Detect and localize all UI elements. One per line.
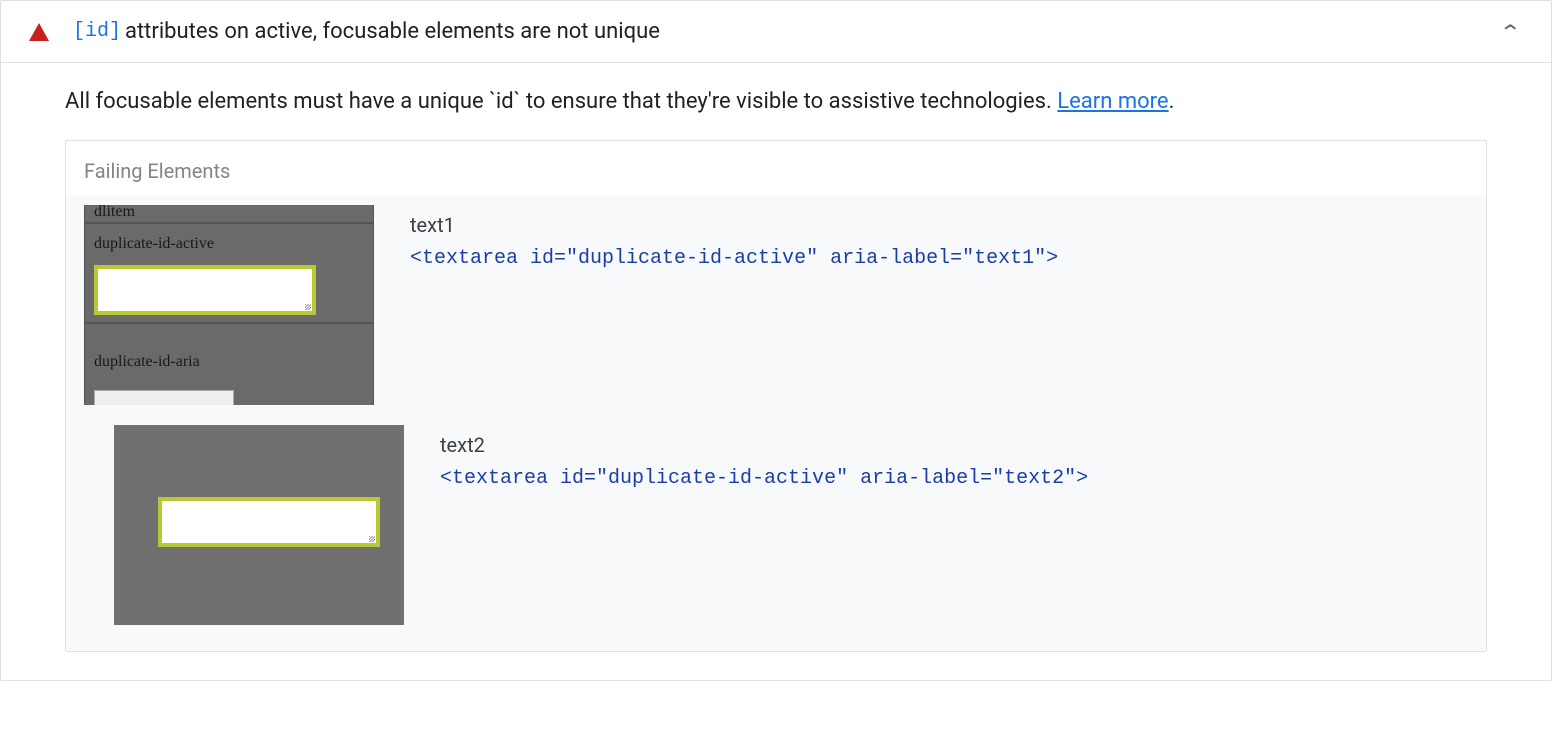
highlighted-element-icon [158,497,380,547]
failing-element-code: <textarea id="duplicate-id-active" aria-… [410,247,1468,270]
audit-title-text: attributes on active, focusable elements… [125,19,660,44]
audit-description: All focusable elements must have a uniqu… [65,85,1487,118]
description-period: . [1169,89,1175,114]
failing-element-details: text2 <textarea id="duplicate-id-active"… [440,425,1468,490]
failing-element-row[interactable]: dlitem duplicate-id-active duplicate-id-… [66,195,1486,415]
thumb-label: dlitem [94,205,135,221]
chevron-up-icon: ⌃ [1499,20,1522,44]
description-text: All focusable elements must have a uniqu… [65,89,1057,114]
audit-header-toggle[interactable]: [id] attributes on active, focusable ele… [1,1,1551,63]
thumb-label: duplicate-id-aria [94,353,200,371]
failing-element-details: text1 <textarea id="duplicate-id-active"… [410,205,1468,270]
thumb-label: duplicate-id-active [94,235,214,253]
failing-elements-header: Failing Elements [66,141,1486,195]
audit-title-code: [id] [73,20,121,43]
failing-elements-panel: Failing Elements dlitem duplicate-id-act… [65,140,1487,652]
audit-title: [id] attributes on active, focusable ele… [73,19,1502,44]
highlighted-element-icon [94,265,316,315]
failing-element-label: text1 [410,213,1468,237]
failing-element-row[interactable]: text2 <textarea id="duplicate-id-active"… [66,415,1486,635]
audit-item: [id] attributes on active, focusable ele… [0,0,1552,681]
element-screenshot-thumbnail: dlitem duplicate-id-active duplicate-id-… [84,205,374,405]
failing-element-code: <textarea id="duplicate-id-active" aria-… [440,467,1468,490]
failing-elements-list: dlitem duplicate-id-active duplicate-id-… [66,195,1486,651]
audit-body: All focusable elements must have a uniqu… [1,63,1551,680]
element-screenshot-thumbnail [114,425,404,625]
learn-more-link[interactable]: Learn more [1057,89,1168,114]
failing-element-label: text2 [440,433,1468,457]
warning-triangle-icon [29,23,49,41]
